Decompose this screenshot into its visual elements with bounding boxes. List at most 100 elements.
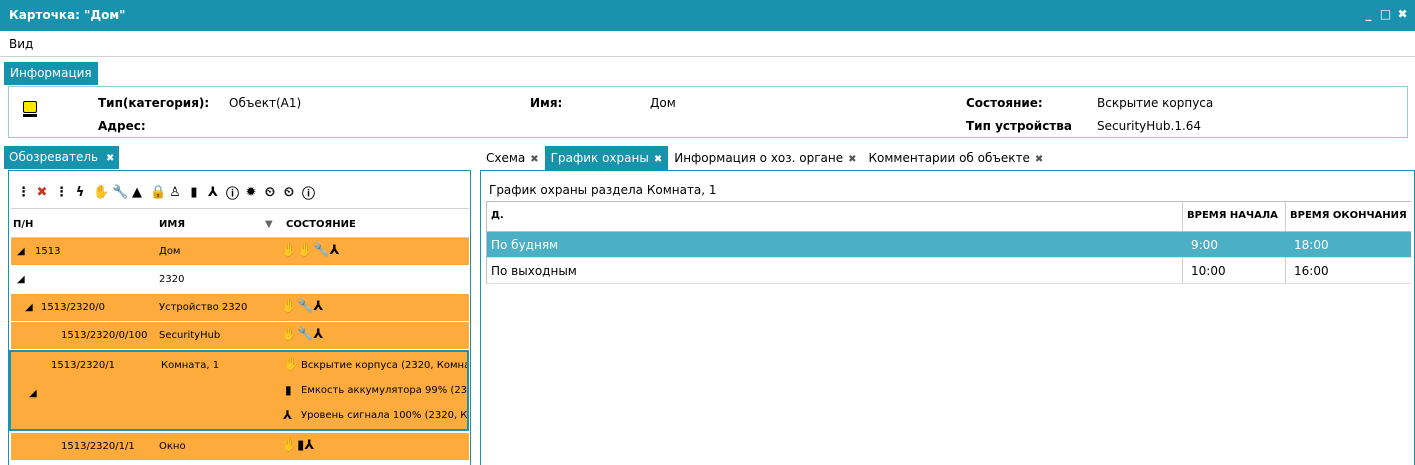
wrench-icon[interactable]: 🔧	[112, 185, 128, 200]
device-type-label: Тип устройства	[966, 119, 1072, 133]
row-start: 9:00	[1191, 238, 1218, 252]
bug-icon[interactable]: ✹	[245, 185, 257, 200]
expand-arrow-icon[interactable]: ◢	[25, 302, 33, 313]
window-title: Карточка: "Дом"	[9, 8, 126, 22]
tree-row[interactable]: ◢ 1513/2320/0 Устройство 2320 ✋🔧⅄	[11, 294, 469, 322]
tab-info[interactable]: Информация	[4, 62, 98, 85]
right-tabs: Схема ✖ График охраны ✖ Информация о хоз. …	[480, 146, 1049, 170]
timer-icon-2[interactable]: ⏲	[283, 185, 295, 200]
col-state[interactable]: СОСТОЯНИЕ	[286, 219, 356, 230]
row-name: Дом	[159, 246, 181, 257]
schedule-header: Д. ВРЕМЯ НАЧАЛА ВРЕМЯ ОКОНЧАНИЯ	[487, 202, 1411, 232]
explorer-pane: ⋮ ✖ ⋮ ϟ ✋ 🔧 ▲ 🔒 ♙ ▮ ⅄ ⓘ ✹ ⏲ ⏲ ⓘ П/Н ИМЯ …	[8, 170, 471, 465]
grid-header: П/Н ИМЯ ▼ СОСТОЯНИЕ	[11, 208, 469, 238]
expand-arrow-icon[interactable]: ◢	[29, 388, 37, 399]
window-controls: _ □ ✖	[1362, 6, 1409, 22]
schedule-row[interactable]: По будням 9:00 18:00	[487, 232, 1411, 258]
tab-label: Схема	[486, 151, 526, 165]
row-name: 2320	[159, 274, 185, 285]
warning-icon[interactable]: ▲	[131, 185, 143, 200]
tab-explorer-label: Обозреватель	[9, 150, 99, 164]
state-icons: ✋▮⅄	[281, 438, 315, 453]
tree-row[interactable]: 1513/2320/1/1 Окно ✋▮⅄	[11, 433, 469, 461]
tab-scheme[interactable]: Схема ✖	[480, 146, 545, 170]
tab-close-icon[interactable]: ✖	[848, 154, 856, 165]
row-name: SecurityHub	[159, 330, 221, 341]
tree-row[interactable]: 1513/2320/0/100 SecurityHub ✋🔧⅄	[11, 322, 469, 350]
expand-arrow-icon[interactable]: ◢	[17, 246, 25, 257]
state-label: Состояние:	[966, 96, 1043, 110]
tab-close-icon[interactable]: ✖	[1035, 154, 1043, 165]
title-bar: Карточка: "Дом" _ □ ✖	[0, 0, 1415, 31]
info-icon[interactable]: ⓘ	[226, 183, 239, 202]
timer-icon[interactable]: ⏲	[264, 185, 276, 200]
device-type-value: SecurityHub.1.64	[1097, 119, 1202, 133]
state-icons: ✋🔧⅄	[281, 327, 324, 342]
row-day: По будням	[491, 238, 559, 252]
battery-icon: ▮	[285, 383, 292, 397]
state-icons: ✋✋🔧⅄	[281, 243, 340, 258]
row-pn: 1513/2320/1/1	[61, 441, 135, 452]
tree-row[interactable]: ◢ 2320	[11, 266, 469, 294]
state-text: Емкость аккумулятора 99% (232	[301, 385, 469, 396]
schedule-row[interactable]: По выходным 10:00 16:00	[487, 258, 1411, 284]
col-start[interactable]: ВРЕМЯ НАЧАЛА	[1187, 210, 1278, 221]
device-icon	[23, 101, 37, 117]
tab-label: Комментарии об объекте	[868, 151, 1030, 165]
tab-owner-info[interactable]: Информация о хоз. органе ✖	[668, 146, 862, 170]
explorer-toolbar: ⋮ ✖ ⋮ ϟ ✋ 🔧 ▲ 🔒 ♙ ▮ ⅄ ⓘ ✹ ⏲ ⏲ ⓘ	[17, 183, 315, 202]
toolbar-separator-icon: ⋮	[55, 185, 68, 200]
row-pn: 1513	[35, 246, 61, 257]
expand-arrow-icon[interactable]: ◢	[17, 274, 25, 285]
row-pn: 1513/2320/0	[41, 302, 105, 313]
type-label: Тип(категория):	[98, 96, 210, 110]
row-end: 18:00	[1294, 238, 1329, 252]
tree-row[interactable]: ◢ 1513 Дом ✋✋🔧⅄	[11, 238, 469, 266]
row-pn: 1513/2320/0/100	[61, 330, 148, 341]
menu-bar: Вид	[0, 31, 1415, 57]
tab-explorer[interactable]: Обозреватель ✖	[4, 146, 120, 169]
toolbar-grip-icon: ⋮	[17, 185, 30, 200]
col-day[interactable]: Д.	[491, 210, 504, 221]
tab-close-icon[interactable]: ✖	[654, 154, 662, 165]
tab-comments[interactable]: Комментарии об объекте ✖	[863, 146, 1050, 170]
maximize-icon[interactable]: □	[1379, 6, 1392, 22]
type-value: Объект(A1)	[229, 96, 302, 110]
row-end: 16:00	[1294, 264, 1329, 278]
address-label: Адрес:	[98, 119, 146, 133]
col-pn[interactable]: П/Н	[13, 219, 33, 230]
info-icon-2[interactable]: ⓘ	[302, 183, 315, 202]
minimize-icon[interactable]: _	[1362, 6, 1375, 22]
tab-label: Информация о хоз. органе	[674, 151, 844, 165]
col-end[interactable]: ВРЕМЯ ОКОНЧАНИЯ	[1290, 210, 1407, 221]
battery-icon[interactable]: ▮	[188, 185, 200, 200]
tree-row-selected[interactable]: 1513/2320/1 Комната, 1 ◢ ✋ Вскрытие корп…	[9, 350, 469, 431]
hand-icon[interactable]: ✋	[93, 185, 109, 200]
alarm-icon[interactable]: ϟ	[74, 185, 86, 200]
close-icon[interactable]: ✖	[1396, 6, 1409, 22]
hand-icon: ✋	[283, 357, 300, 372]
explorer-grid: П/Н ИМЯ ▼ СОСТОЯНИЕ ◢ 1513 Дом ✋✋🔧⅄ ◢ 23…	[9, 208, 469, 461]
schedule-caption: График охраны раздела Комната, 1	[489, 183, 717, 197]
row-name: Комната, 1	[161, 360, 220, 371]
lock-icon[interactable]: 🔒	[150, 185, 166, 200]
schedule-pane: График охраны раздела Комната, 1 Д. ВРЕМ…	[480, 170, 1415, 465]
tab-close-icon[interactable]: ✖	[530, 154, 538, 165]
schedule-table: Д. ВРЕМЯ НАЧАЛА ВРЕМЯ ОКОНЧАНИЯ По будня…	[486, 201, 1411, 284]
row-name: Окно	[159, 441, 186, 452]
tab-explorer-close-icon[interactable]: ✖	[106, 153, 114, 164]
tab-security-schedule[interactable]: График охраны ✖	[544, 146, 669, 170]
state-icons: ✋🔧⅄	[281, 299, 324, 314]
filter-icon[interactable]: ▼	[265, 219, 273, 230]
menu-view[interactable]: Вид	[9, 37, 33, 51]
info-panel: Тип(категория): Объект(A1) Адрес: Имя: Д…	[8, 86, 1408, 138]
state-text: Уровень сигнала 100% (2320, Ко	[301, 410, 469, 421]
row-pn: 1513/2320/1	[51, 360, 115, 371]
col-name[interactable]: ИМЯ	[159, 219, 185, 230]
state-text: Вскрытие корпуса (2320, Комнат	[301, 360, 469, 371]
signal-icon[interactable]: ⅄	[207, 185, 219, 200]
person-icon[interactable]: ♙	[169, 185, 181, 200]
clear-filter-icon[interactable]: ✖	[36, 185, 48, 200]
state-value: Вскрытие корпуса	[1097, 96, 1214, 110]
row-day: По выходным	[491, 264, 577, 278]
